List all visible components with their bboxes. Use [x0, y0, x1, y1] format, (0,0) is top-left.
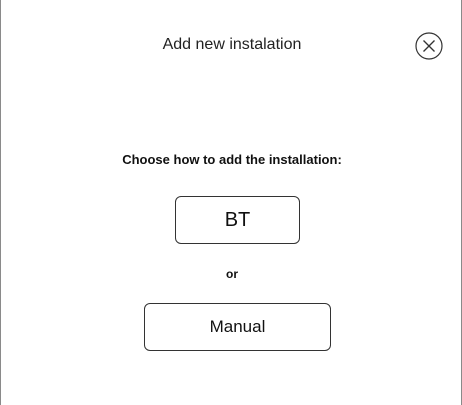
- add-method-prompt: Choose how to add the installation:: [122, 152, 342, 167]
- close-button[interactable]: [414, 31, 444, 61]
- close-circle-icon: [414, 31, 444, 61]
- bt-button[interactable]: BT: [175, 196, 300, 244]
- add-installation-dialog: Add new instalation Choose how to add th…: [0, 0, 462, 405]
- dialog-title: Add new instalation: [162, 36, 302, 53]
- or-separator: or: [226, 267, 238, 281]
- manual-button[interactable]: Manual: [144, 303, 331, 351]
